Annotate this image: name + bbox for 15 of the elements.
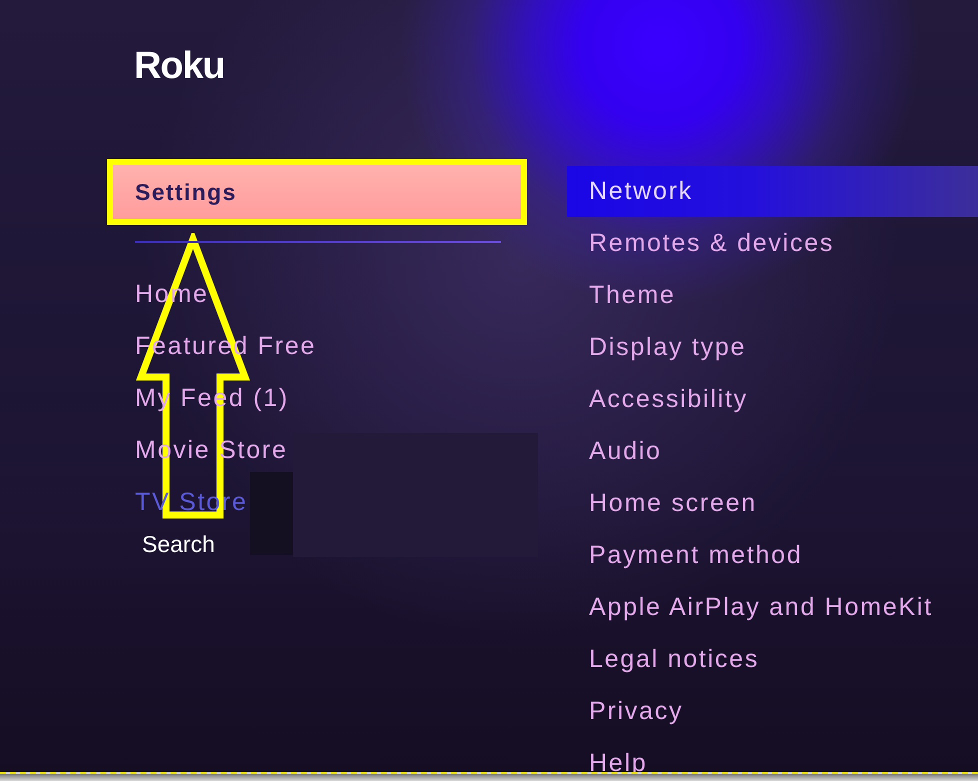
settings-menu-item[interactable]: Remotes & devices	[589, 230, 834, 256]
settings-menu-item[interactable]: Accessibility	[589, 386, 748, 412]
settings-menu-item[interactable]: Display type	[589, 334, 746, 360]
settings-menu-item[interactable]: Payment method	[589, 542, 802, 568]
settings-menu-item[interactable]: Audio	[589, 438, 662, 464]
menu-header-item[interactable]: Settings	[113, 165, 521, 219]
search-label: Search	[142, 533, 215, 556]
settings-menu-item[interactable]: Legal notices	[589, 646, 760, 672]
logo: Roku	[134, 47, 224, 85]
settings-menu-item[interactable]: Apple AirPlay and HomeKit	[589, 594, 933, 620]
settings-menu-item[interactable]: Help	[589, 750, 648, 776]
settings-menu-item[interactable]: Network	[567, 166, 978, 216]
settings-menu-item[interactable]: Privacy	[589, 698, 684, 724]
settings-menu-item[interactable]: Theme	[589, 282, 676, 308]
settings-menu-item[interactable]: Home screen	[589, 490, 757, 516]
